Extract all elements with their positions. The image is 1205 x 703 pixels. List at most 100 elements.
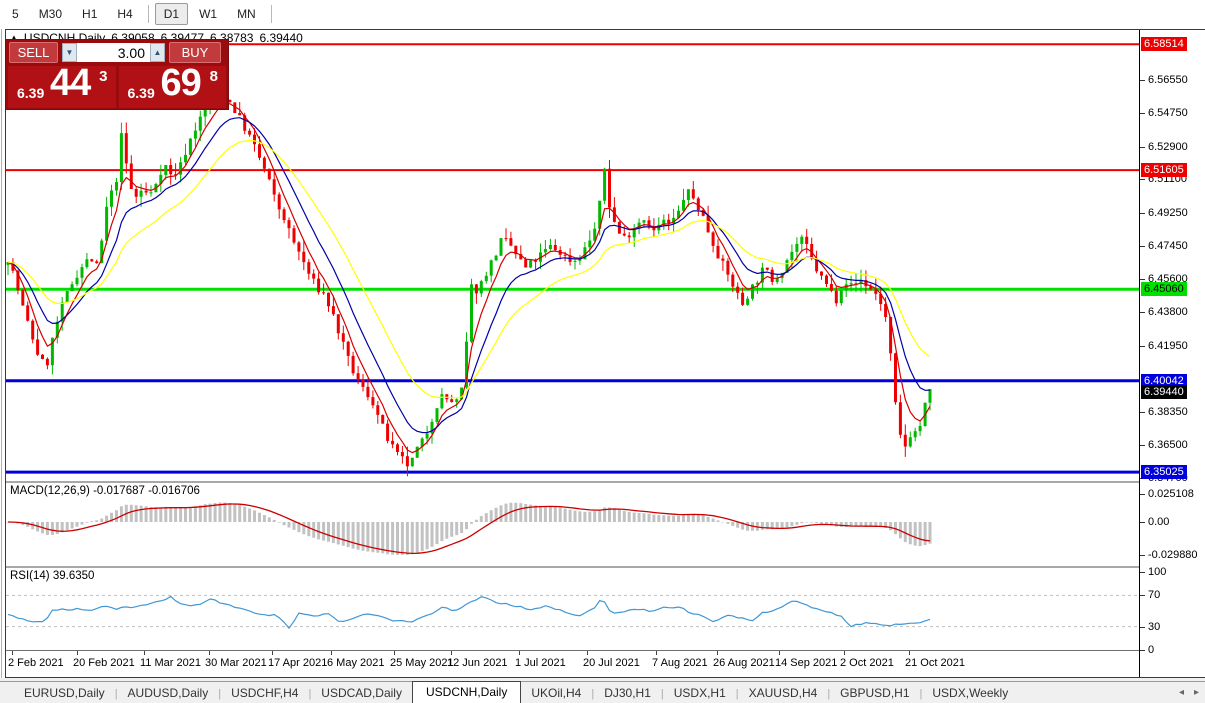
price-axis[interactable]: 6.565506.547506.529006.511006.492506.474…: [1139, 30, 1205, 677]
volume-input[interactable]: [77, 43, 150, 62]
macd-axis-label: 0.00: [1148, 516, 1169, 528]
tab-gbpusd-h1[interactable]: GBPUSD,H1: [830, 683, 919, 703]
buy-price-sup: 8: [210, 68, 218, 85]
buy-price-tile[interactable]: 6.39 69 8: [119, 66, 227, 108]
price-tick-label: 6.54750: [1148, 107, 1188, 119]
date-label: 7 Aug 2021: [652, 657, 708, 669]
tab-eurusd-daily[interactable]: EURUSD,Daily: [14, 683, 115, 703]
tab-dj30-h1[interactable]: DJ30,H1: [594, 683, 661, 703]
timeframe-button-d1[interactable]: D1: [155, 3, 188, 25]
tab-usdchf-h4[interactable]: USDCHF,H4: [221, 683, 308, 703]
axis-tick: [1140, 445, 1145, 446]
timeframe-button-mn[interactable]: MN: [228, 3, 265, 25]
rsi-label: RSI(14) 39.6350: [10, 570, 94, 582]
date-tick: [519, 651, 520, 655]
tab-audusd-daily[interactable]: AUDUSD,Daily: [118, 683, 219, 703]
bull-wicks: [8, 89, 930, 467]
date-tick: [451, 651, 452, 655]
macd-pane[interactable]: MACD(12,26,9) -0.017687 -0.016706: [6, 483, 1139, 568]
tab-scroll-right-button[interactable]: ▸: [1194, 687, 1199, 698]
window-border: [1, 29, 2, 678]
timeframe-button-h4[interactable]: H4: [108, 3, 141, 25]
tab-ukoil-h4[interactable]: UKOil,H4: [521, 683, 591, 703]
sell-price-big: 44: [50, 62, 90, 105]
tab-usdcnh-daily[interactable]: USDCNH,Daily: [412, 681, 521, 703]
date-tick: [77, 651, 78, 655]
bear-wicks: [13, 92, 905, 476]
date-tick: [779, 651, 780, 655]
axis-tick: [1140, 494, 1145, 495]
macd-histogram: [7, 503, 932, 556]
axis-tick: [1140, 213, 1145, 214]
timeframe-toolbar: 5M30H1H4 D1W1MN: [0, 0, 1205, 28]
date-label: 25 May 2021: [390, 657, 454, 669]
price-level-badge: 6.45060: [1141, 282, 1187, 296]
tab-usdcad-daily[interactable]: USDCAD,Daily: [311, 683, 412, 703]
tab-scroll-left-button[interactable]: ◂: [1179, 687, 1184, 698]
rsi-axis-label: 100: [1148, 566, 1166, 578]
timeframe-button-5[interactable]: 5: [3, 3, 28, 25]
price-tick-label: 6.52900: [1148, 141, 1188, 153]
date-tick: [12, 651, 13, 655]
sell-price-base: 6.39: [17, 85, 44, 101]
date-tick: [144, 651, 145, 655]
rsi-line: [8, 596, 930, 628]
date-label: 20 Jul 2021: [583, 657, 640, 669]
axis-tick: [1140, 346, 1145, 347]
timeframe-button-h1[interactable]: H1: [73, 3, 106, 25]
axis-tick: [1140, 179, 1145, 180]
date-tick: [909, 651, 910, 655]
axis-tick: [1140, 147, 1145, 148]
date-label: 20 Feb 2021: [73, 657, 135, 669]
toolbar-separator: [271, 5, 272, 23]
volume-increase-button[interactable]: ▲: [150, 43, 165, 62]
buy-price-big: 69: [161, 62, 201, 105]
tab-usdx-h1[interactable]: USDX,H1: [664, 683, 736, 703]
price-tick-label: 6.41950: [1148, 340, 1188, 352]
rsi-axis-label: 70: [1148, 589, 1160, 601]
price-tick-label: 6.43800: [1148, 306, 1188, 318]
tab-xauusd-h4[interactable]: XAUUSD,H4: [739, 683, 828, 703]
ohlc-close: 6.39440: [259, 31, 302, 45]
date-label: 11 Mar 2021: [140, 657, 201, 669]
date-label: 21 Oct 2021: [905, 657, 965, 669]
bull-bodies: [7, 93, 932, 466]
date-label: 12 Jun 2021: [447, 657, 508, 669]
axis-tick: [1140, 522, 1145, 523]
axis-tick: [1140, 80, 1145, 81]
macd-label: MACD(12,26,9) -0.017687 -0.016706: [10, 485, 200, 497]
date-tick: [272, 651, 273, 655]
date-label: 6 May 2021: [327, 657, 384, 669]
date-tick: [331, 651, 332, 655]
price-level-badge: 6.35025: [1141, 465, 1187, 479]
macd-axis-label: -0.029880: [1148, 549, 1198, 561]
sell-price-tile[interactable]: 6.39 44 3: [8, 66, 116, 108]
axis-tick: [1140, 595, 1145, 596]
volume-decrease-button[interactable]: ▼: [62, 43, 77, 62]
date-label: 30 Mar 2021: [205, 657, 267, 669]
chart-tab-bar: EURUSD,Daily|AUDUSD,Daily|USDCHF,H4|USDC…: [0, 681, 1205, 703]
date-axis[interactable]: 2 Feb 202120 Feb 202111 Mar 202130 Mar 2…: [6, 651, 1139, 677]
price-tick-label: 6.47450: [1148, 240, 1188, 252]
date-tick: [656, 651, 657, 655]
toolbar-separator: [148, 5, 149, 23]
timeframe-button-w1[interactable]: W1: [190, 3, 226, 25]
timeframe-button-m30[interactable]: M30: [30, 3, 71, 25]
rsi-pane[interactable]: RSI(14) 39.6350: [6, 568, 1139, 651]
sell-price-sup: 3: [99, 68, 107, 85]
date-label: 26 Aug 2021: [713, 657, 775, 669]
axis-tick: [1140, 113, 1145, 114]
axis-tick: [1140, 572, 1145, 573]
axis-tick: [1140, 627, 1145, 628]
tab-usdx-weekly[interactable]: USDX,Weekly: [922, 683, 1018, 703]
moving-average-fast: [8, 104, 930, 453]
price-level-badge: 6.51605: [1141, 163, 1187, 177]
trade-panel-controls: SELL ▼ ▲ BUY: [6, 42, 228, 63]
buy-button[interactable]: BUY: [169, 42, 221, 63]
price-level-badge: 6.39440: [1141, 385, 1187, 399]
date-tick: [394, 651, 395, 655]
one-click-trading-panel: SELL ▼ ▲ BUY 6.39 44 3 6.39 69 8: [6, 40, 228, 109]
axis-tick: [1140, 279, 1145, 280]
chart-tabs: EURUSD,Daily|AUDUSD,Daily|USDCHF,H4|USDC…: [14, 682, 1018, 703]
sell-button[interactable]: SELL: [9, 42, 58, 63]
